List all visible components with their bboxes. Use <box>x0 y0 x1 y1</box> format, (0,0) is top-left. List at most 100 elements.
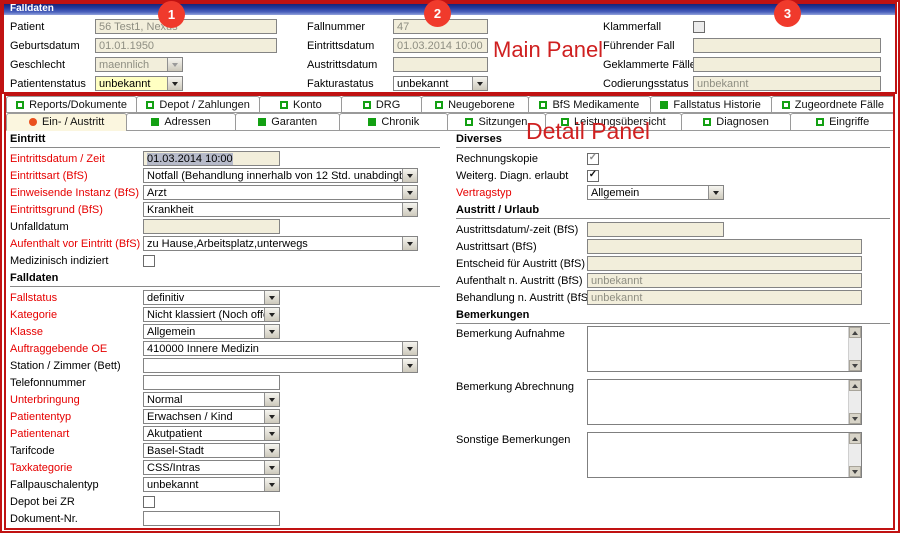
scrollbar[interactable] <box>848 327 861 371</box>
eintrittsdatum-zeit-input[interactable]: 01.03.2014 10:00 <box>143 151 280 166</box>
section-header-diverses: Diverses <box>456 133 890 148</box>
station-zimmer-select[interactable] <box>143 358 418 373</box>
chevron-down-icon[interactable] <box>264 291 279 304</box>
austrittsdatum-zeit-input[interactable] <box>587 222 724 237</box>
scrollbar[interactable] <box>848 380 861 424</box>
patiententyp-select[interactable]: Erwachsen / Kind <box>143 409 280 424</box>
tab-depot-zahlungen[interactable]: Depot / Zahlungen <box>136 96 260 113</box>
austrittsdatum-field[interactable] <box>393 57 488 72</box>
chevron-down-icon[interactable] <box>167 77 182 90</box>
square-outline-icon <box>363 101 371 109</box>
fallpauschalentyp-label: Fallpauschalentyp <box>10 479 143 491</box>
tab-ein-austritt[interactable]: Ein- / Austritt <box>6 113 127 131</box>
scroll-up-icon[interactable] <box>849 380 861 391</box>
patientenart-label: Patientenart <box>10 428 143 440</box>
klammerfall-label: Klammerfall <box>603 21 693 33</box>
auftraggebende-oe-select[interactable]: 410000 Innere Medizin <box>143 341 418 356</box>
klasse-select[interactable]: Allgemein <box>143 324 280 339</box>
fallstatus-select[interactable]: definitiv <box>143 290 280 305</box>
tab-drg[interactable]: DRG <box>341 96 421 113</box>
fuehrender-fall-field[interactable] <box>693 38 881 53</box>
eintrittsart-select[interactable]: Notfall (Behandlung innerhalb von 12 Std… <box>143 168 418 183</box>
dokument-nr-input[interactable] <box>143 511 280 526</box>
annotation-marker-3: 3 <box>774 0 801 27</box>
chevron-down-icon[interactable] <box>402 342 417 355</box>
tab-fallstatus-historie[interactable]: Fallstatus Historie <box>650 96 772 113</box>
codierungsstatus-field: unbekannt <box>693 76 881 91</box>
tab-chronik[interactable]: Chronik <box>339 113 448 131</box>
tab-zugeordnete-faelle[interactable]: Zugeordnete Fälle <box>771 96 895 113</box>
scroll-down-icon[interactable] <box>849 360 861 371</box>
scroll-up-icon[interactable] <box>849 433 861 444</box>
tab-reports-dokumente[interactable]: Reports/Dokumente <box>6 96 137 113</box>
sonstige-bemerkungen-textarea[interactable] <box>587 432 862 478</box>
fuehrender-fall-label: Führender Fall <box>603 40 693 52</box>
geklammerte-faelle-field[interactable] <box>693 57 881 72</box>
telefonnummer-input[interactable] <box>143 375 280 390</box>
unfalldatum-input[interactable] <box>143 219 280 234</box>
entscheid-fuer-austritt-label: Entscheid für Austritt (BfS) <box>456 258 587 270</box>
fakturastatus-select[interactable]: unbekannt <box>393 76 488 91</box>
austrittsart-label: Austrittsart (BfS) <box>456 241 587 253</box>
weiterg-diagn-erlaubt-checkbox[interactable] <box>587 170 599 182</box>
patientenart-select[interactable]: Akutpatient <box>143 426 280 441</box>
bemerkung-abrechnung-textarea[interactable] <box>587 379 862 425</box>
tab-garanten[interactable]: Garanten <box>235 113 341 131</box>
weiterg-diagn-erlaubt-label: Weiterg. Diagn. erlaubt <box>456 170 587 182</box>
entscheid-fuer-austritt-input[interactable] <box>587 256 862 271</box>
depot-bei-zr-checkbox[interactable] <box>143 496 155 508</box>
behandlung-n-austritt-field: unbekannt <box>587 290 862 305</box>
square-outline-icon <box>703 118 711 126</box>
square-outline-icon <box>435 101 443 109</box>
eintrittsgrund-label: Eintrittsgrund (BfS) <box>10 204 143 216</box>
austrittsart-input[interactable] <box>587 239 862 254</box>
tab-diagnosen[interactable]: Diagnosen <box>681 113 792 131</box>
chevron-down-icon[interactable] <box>264 410 279 423</box>
kategorie-select[interactable]: Nicht klassiert (Noch offen) <box>143 307 280 322</box>
eintrittsgrund-select[interactable]: Krankheit <box>143 202 418 217</box>
medizinisch-indiziert-checkbox[interactable] <box>143 255 155 267</box>
aufenthalt-vor-eintritt-select[interactable]: zu Hause,Arbeitsplatz,unterwegs <box>143 236 418 251</box>
chevron-down-icon[interactable] <box>402 237 417 250</box>
tab-adressen[interactable]: Adressen <box>126 113 236 131</box>
scroll-up-icon[interactable] <box>849 327 861 338</box>
bemerkung-aufnahme-textarea[interactable] <box>587 326 862 372</box>
chevron-down-icon[interactable] <box>472 77 487 90</box>
square-outline-icon <box>16 101 24 109</box>
eintrittsdatum-label: Eintrittsdatum <box>307 40 393 52</box>
scrollbar[interactable] <box>848 433 861 477</box>
chevron-down-icon[interactable] <box>264 444 279 457</box>
austrittsdatum-zeit-label: Austrittsdatum/-zeit (BfS) <box>456 224 587 236</box>
patientenstatus-select[interactable]: unbekannt <box>95 76 183 91</box>
chevron-down-icon[interactable] <box>264 461 279 474</box>
chevron-down-icon[interactable] <box>402 186 417 199</box>
chevron-down-icon[interactable] <box>402 359 417 372</box>
chevron-down-icon[interactable] <box>402 169 417 182</box>
chevron-down-icon[interactable] <box>264 427 279 440</box>
tab-bfs-medikamente[interactable]: BfS Medikamente <box>528 96 650 113</box>
main-panel-column-left: Patient 56 Test1, Nexus Geburtsdatum 01.… <box>10 17 277 93</box>
chevron-down-icon[interactable] <box>402 203 417 216</box>
taxkategorie-select[interactable]: CSS/Intras <box>143 460 280 475</box>
austrittsdatum-label: Austrittsdatum <box>307 59 393 71</box>
tab-konto[interactable]: Konto <box>259 96 342 113</box>
scroll-down-icon[interactable] <box>849 466 861 477</box>
section-header-bemerkungen: Bemerkungen <box>456 309 890 324</box>
square-filled-icon <box>368 118 376 126</box>
tab-eingriffe[interactable]: Eingriffe <box>790 113 895 131</box>
unterbringung-select[interactable]: Normal <box>143 392 280 407</box>
page-title: Falldaten <box>10 3 54 14</box>
chevron-down-icon[interactable] <box>264 325 279 338</box>
eintrittsdatum-zeit-label: Eintrittsdatum / Zeit <box>10 153 143 165</box>
einweisende-instanz-select[interactable]: Arzt <box>143 185 418 200</box>
tarifcode-select[interactable]: Basel-Stadt <box>143 443 280 458</box>
chevron-down-icon[interactable] <box>264 478 279 491</box>
chevron-down-icon[interactable] <box>264 308 279 321</box>
fallpauschalentyp-select[interactable]: unbekannt <box>143 477 280 492</box>
tab-neugeborene[interactable]: Neugeborene <box>421 96 530 113</box>
chevron-down-icon[interactable] <box>708 186 723 199</box>
patient-label: Patient <box>10 21 95 33</box>
scroll-down-icon[interactable] <box>849 413 861 424</box>
chevron-down-icon[interactable] <box>264 393 279 406</box>
vertragstyp-select[interactable]: Allgemein <box>587 185 724 200</box>
